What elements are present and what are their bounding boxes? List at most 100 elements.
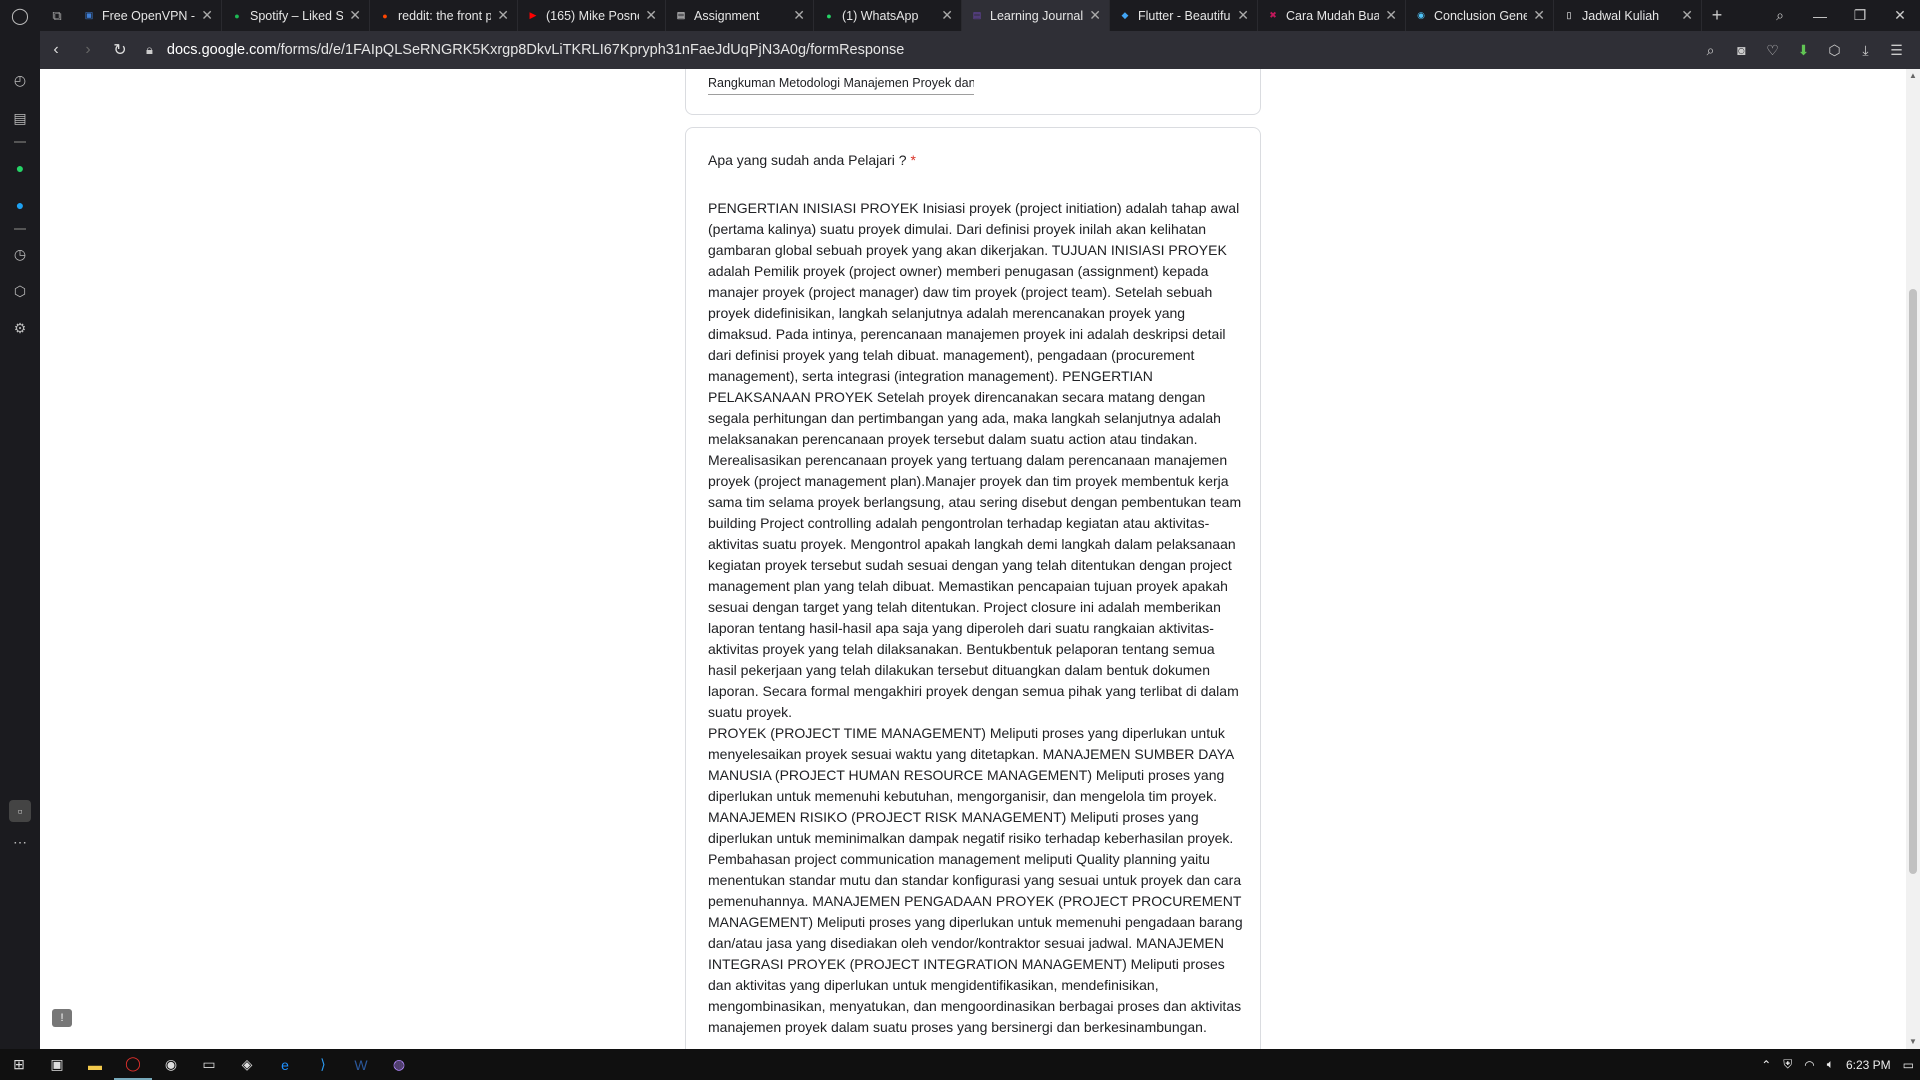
app-icon[interactable]: ▭ — [190, 1049, 228, 1080]
steam-alt-icon[interactable]: ◈ — [228, 1049, 266, 1080]
browser-tab[interactable]: ▤ Learning Journal T ✕ — [962, 0, 1110, 31]
tab-close-icon[interactable]: ✕ — [645, 7, 657, 24]
easy-setup-menu-icon[interactable]: ☰ — [1881, 42, 1912, 59]
tab-favicon-icon: ▤ — [972, 10, 982, 20]
tab-close-icon[interactable]: ✕ — [941, 7, 953, 24]
history-icon[interactable]: ◷ — [9, 243, 31, 265]
back-icon[interactable]: ‹ — [40, 41, 72, 59]
tab-close-icon[interactable]: ✕ — [793, 7, 805, 24]
tab-favicon-icon: ● — [826, 10, 832, 21]
bookmark-heart-icon[interactable]: ♡ — [1757, 42, 1788, 59]
more-options-icon[interactable]: ⋯ — [9, 831, 31, 853]
scroll-up-arrow-icon[interactable]: ▲ — [1909, 71, 1917, 80]
speed-dial-icon[interactable]: ◴ — [9, 69, 31, 91]
extensions-icon[interactable]: ⬡ — [9, 280, 31, 302]
discord-like-icon[interactable]: ◍ — [380, 1049, 418, 1080]
tab-title: Spotify – Liked So — [250, 8, 344, 23]
file-explorer-icon[interactable]: ▬ — [76, 1049, 114, 1080]
tab-close-icon[interactable]: ✕ — [497, 7, 509, 24]
windows-start-icon[interactable]: ⊞ — [0, 1049, 38, 1080]
notification-icon[interactable]: ▭ — [1897, 1058, 1920, 1072]
tab-favicon-icon: ◉ — [1417, 10, 1425, 20]
clock-time[interactable]: 6:23 PM — [1840, 1058, 1897, 1072]
tab-title: Flutter - Beautiful — [1138, 8, 1232, 23]
word-icon[interactable]: W — [342, 1049, 380, 1080]
download-extension-icon[interactable]: ⬇ — [1788, 42, 1819, 59]
snapshot-camera-icon[interactable]: ◙ — [1726, 42, 1757, 59]
tab-close-icon[interactable]: ✕ — [1681, 7, 1693, 24]
tab-favicon-icon: ● — [382, 10, 388, 21]
browser-tab[interactable]: ▶ (165) Mike Posner ✕ — [518, 0, 666, 31]
answer-paragraph-1: PENGERTIAN INISIASI PROYEK Inisiasi proy… — [708, 200, 1242, 720]
page-content: Rangkuman Metodologi Manajemen Proyek da… — [40, 69, 1906, 1049]
question-text: Apa yang sudah anda Pelajari ? — [708, 152, 907, 168]
browser-tab[interactable]: ◆ Flutter - Beautiful ✕ — [1110, 0, 1258, 31]
tab-title: Learning Journal T — [990, 8, 1084, 23]
tab-title: (1) WhatsApp — [842, 8, 919, 23]
tab-title: Free OpenVPN - A — [102, 8, 196, 23]
url-domain: docs.google.com — [166, 42, 277, 58]
question-card: Apa yang sudah anda Pelajari ? * PENGERTI… — [685, 127, 1261, 1049]
lock-icon[interactable]: 🔒︎ — [146, 42, 153, 58]
downloads-icon[interactable]: ⤓ — [1850, 42, 1881, 59]
tab-favicon-icon: ▯ — [1566, 10, 1572, 20]
vscode-icon[interactable]: ⟩ — [304, 1049, 342, 1080]
reload-icon[interactable]: ↻ — [104, 40, 136, 60]
sidebar-divider — [14, 228, 26, 230]
extensions-cube-icon[interactable]: ⬡ — [1819, 42, 1850, 59]
new-tab-button[interactable]: + — [1702, 5, 1732, 26]
tab-close-icon[interactable]: ✕ — [1237, 7, 1249, 24]
browser-tab[interactable]: ✖ Cara Mudah Buat ✕ — [1258, 0, 1406, 31]
wifi-icon[interactable]: ◠ — [1798, 1058, 1820, 1072]
tab-title: reddit: the front p — [398, 8, 492, 23]
browser-tab[interactable]: ● Spotify – Liked So ✕ — [222, 0, 370, 31]
tab-close-icon[interactable]: ✕ — [1385, 7, 1397, 24]
whatsapp-icon[interactable]: ● — [9, 157, 31, 179]
tab-favicon-icon: ▤ — [676, 10, 686, 20]
url-field[interactable]: docs.google.com/forms/d/e/1FAIpQLSeRNGRK… — [167, 42, 904, 58]
minimize-button[interactable]: — — [1800, 8, 1840, 24]
answer-textarea[interactable]: PENGERTIAN INISIASI PROYEK Inisiasi proy… — [708, 198, 1244, 1038]
twitch-icon[interactable]: ▤ — [9, 107, 31, 129]
sidebar-divider — [14, 141, 26, 143]
url-path: /forms/d/e/1FAIpQLSeRNGRK5Kxrgp8DkvLiTKR… — [276, 42, 905, 58]
tab-favicon-icon: ● — [234, 10, 240, 21]
volume-icon[interactable]: 🔈︎ — [1821, 1057, 1840, 1072]
tab-title: (165) Mike Posner — [546, 8, 640, 23]
twitter-icon[interactable]: ● — [9, 194, 31, 216]
browser-tab[interactable]: ◉ Conclusion Gener ✕ — [1406, 0, 1554, 31]
opera-taskbar-icon[interactable]: ◯ — [114, 1049, 152, 1080]
browser-tab[interactable]: ● reddit: the front p ✕ — [370, 0, 518, 31]
browser-tab[interactable]: ● (1) WhatsApp ✕ — [814, 0, 962, 31]
scroll-down-arrow-icon[interactable]: ▼ — [1909, 1037, 1917, 1046]
search-page-icon[interactable]: ⌕ — [1695, 42, 1726, 59]
tab-title: Cara Mudah Buat — [1286, 8, 1380, 23]
tab-close-icon[interactable]: ✕ — [201, 7, 213, 24]
feedback-icon[interactable]: ! — [52, 1009, 72, 1027]
opera-logo-icon[interactable]: ◯ — [0, 0, 40, 31]
page-scrollbar[interactable]: ▲ ▼ — [1906, 69, 1920, 1049]
tab-list: ▣ Free OpenVPN - A ✕ ● Spotify – Liked So ✕ ● r… — [74, 0, 1702, 31]
scrollbar-thumb[interactable] — [1909, 289, 1917, 874]
tab-close-icon[interactable]: ✕ — [1533, 7, 1545, 24]
edge-icon[interactable]: e — [266, 1049, 304, 1080]
forward-icon[interactable]: › — [72, 41, 104, 59]
tab-close-icon[interactable]: ✕ — [1089, 7, 1101, 24]
address-bar-actions: ⌕ ◙ ♡ ⬇ ⬡ ⤓ ☰ — [1695, 42, 1912, 59]
close-window-button[interactable]: ✕ — [1880, 7, 1920, 24]
windows-taskbar: ⊞ ▣ ▬ ◯ ◉ ▭ ◈ e ⟩ W ◍ ⌃ ⛨ ◠ 🔈︎ 6:23 PM ▭ — [0, 1049, 1920, 1080]
security-icon[interactable]: ⛨ — [1777, 1057, 1798, 1072]
settings-gear-icon[interactable]: ⚙ — [9, 317, 31, 339]
restore-button[interactable]: ❐ — [1840, 7, 1880, 24]
browser-tab[interactable]: ▯ Jadwal Kuliah ✕ — [1554, 0, 1702, 31]
search-tabs-icon[interactable]: ⌕ — [1760, 7, 1800, 24]
browser-tab[interactable]: ▣ Free OpenVPN - A ✕ — [74, 0, 222, 31]
tab-menu-icon[interactable]: ⧉ — [40, 8, 74, 24]
browser-tab[interactable]: ▤ Assignment ✕ — [666, 0, 814, 31]
sidebar-app-icon[interactable]: ▫ — [9, 800, 31, 822]
previous-answer-input[interactable]: Rangkuman Metodologi Manajemen Proyek da… — [708, 76, 974, 95]
task-view-icon[interactable]: ▣ — [38, 1049, 76, 1080]
steam-icon[interactable]: ◉ — [152, 1049, 190, 1080]
tab-close-icon[interactable]: ✕ — [349, 7, 361, 24]
tray-chevron-icon[interactable]: ⌃ — [1755, 1058, 1777, 1072]
